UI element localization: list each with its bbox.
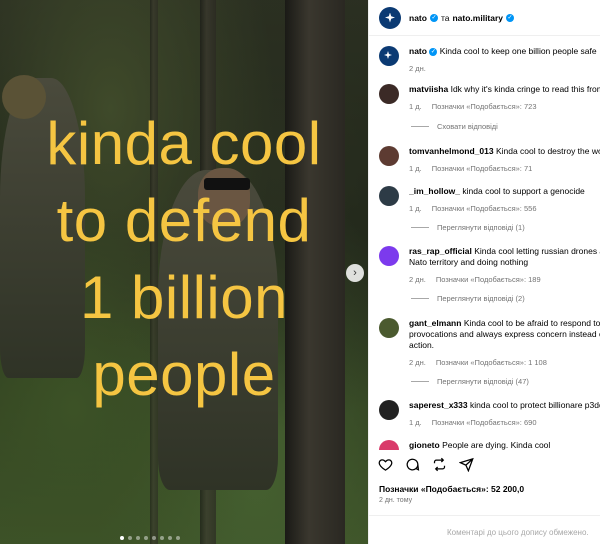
comment-username[interactable]: gant_elmann — [409, 318, 461, 328]
comment-row: tomvanhelmond_013 Kinda cool to destroy … — [379, 146, 600, 174]
carousel-dot — [176, 536, 180, 540]
commenter-avatar[interactable] — [379, 84, 399, 104]
nato-avatar[interactable] — [379, 46, 399, 66]
overlay-line: 1 billion — [80, 264, 288, 331]
chevron-right-icon: › — [353, 267, 357, 279]
overlay-caption: kinda cool to defend 1 billion people — [0, 105, 368, 413]
overlay-line: kinda cool — [46, 110, 322, 177]
likes-count[interactable]: Позначки «Подобається»: 52 200,0 — [379, 484, 524, 494]
author-line: nato ✓ та nato.military ✓ — [409, 12, 515, 23]
comment-text: kinda cool to support a genocide — [462, 186, 585, 196]
comment-row: ras_rap_official Kinda cool letting russ… — [379, 246, 600, 285]
comment-likes[interactable]: Позначки «Подобається»: 556 — [432, 204, 537, 213]
share-button[interactable] — [458, 456, 475, 473]
comment-button[interactable] — [404, 456, 421, 473]
overlay-line: people — [92, 341, 276, 408]
view-replies-button[interactable]: Переглянути відповіді (1) — [411, 223, 525, 232]
carousel-dot — [128, 536, 132, 540]
view-replies-button[interactable]: Переглянути відповіді (47) — [411, 377, 529, 386]
posted-time[interactable]: 2 дн. тому — [379, 497, 412, 504]
commenter-avatar[interactable] — [379, 400, 399, 420]
comment-time[interactable]: 2 дн. — [409, 358, 426, 367]
comment-likes[interactable]: Позначки «Подобається»: 1 108 — [436, 358, 547, 367]
caption-time[interactable]: 2 дн. — [409, 64, 426, 73]
comment-likes[interactable]: Позначки «Подобається»: 189 — [436, 275, 541, 284]
comment-username[interactable]: _im_hollow_ — [409, 186, 460, 196]
comment-likes[interactable]: Позначки «Подобається»: 723 — [432, 102, 537, 111]
carousel-dots — [120, 536, 180, 540]
comment-time[interactable]: 1 д. — [409, 102, 422, 111]
post-sidebar: nato ✓ та nato.military ✓ nato ✓ Kinda c… — [368, 0, 600, 544]
commenter-avatar[interactable] — [379, 186, 399, 206]
comments-limited-notice: Коментарі до цього допису обмежено. — [369, 515, 600, 544]
overlay-line: to defend — [56, 187, 312, 254]
post-actions — [377, 456, 475, 473]
caption-row: nato ✓ Kinda cool to keep one billion pe… — [379, 46, 600, 74]
comment-text: Kinda cool to destroy the wo — [495, 146, 600, 156]
view-replies-button[interactable]: Переглянути відповіді (2) — [411, 294, 525, 303]
comment-likes[interactable]: Позначки «Подобається»: 690 — [432, 418, 537, 427]
post-header: nato ✓ та nato.military ✓ — [369, 0, 600, 36]
comment-username[interactable]: saperest_x333 — [409, 400, 468, 410]
nato-avatar[interactable] — [379, 6, 401, 29]
caption-username[interactable]: nato — [409, 46, 427, 56]
comment-text: People are dying. Kinda cool — [442, 440, 551, 450]
hide-replies-button[interactable]: Сховати відповіді — [411, 122, 498, 131]
comment-text: Idk why it's kinda cringe to read this f… — [450, 84, 600, 94]
comment-username[interactable]: matviisha — [409, 84, 448, 94]
verified-badge-icon: ✓ — [429, 13, 438, 22]
collab-joiner: та — [440, 12, 450, 23]
commenter-avatar[interactable] — [379, 146, 399, 166]
carousel-dot — [144, 536, 148, 540]
commenter-avatar[interactable] — [379, 246, 399, 266]
comments-list[interactable]: nato ✓ Kinda cool to keep one billion pe… — [369, 40, 600, 450]
collab-username[interactable]: nato.military — [452, 13, 503, 23]
author-username[interactable]: nato — [409, 13, 427, 23]
comment-username[interactable]: gioneto — [409, 440, 440, 450]
comment-row: _im_hollow_ kinda cool to support a geno… — [379, 186, 600, 214]
comment-time[interactable]: 2 дн. — [409, 275, 426, 284]
comment-username[interactable]: tomvanhelmond_013 — [409, 146, 494, 156]
heart-icon — [378, 459, 393, 471]
comment-likes[interactable]: Позначки «Подобається»: 71 — [432, 164, 533, 173]
carousel-dot — [152, 536, 156, 540]
comment-time[interactable]: 1 д. — [409, 418, 422, 427]
post-media[interactable]: kinda cool to defend 1 billion people › — [0, 0, 368, 544]
comment-text: kinda cool to protect billionare p3do — [469, 400, 600, 410]
carousel-dot — [120, 536, 124, 540]
verified-badge-icon: ✓ — [429, 47, 438, 56]
carousel-dot — [160, 536, 164, 540]
comment-row: matviisha Idk why it's kinda cringe to r… — [379, 84, 600, 112]
comment-row: saperest_x333 kinda cool to protect bill… — [379, 400, 600, 428]
commenter-avatar[interactable] — [379, 318, 399, 338]
caption-text: Kinda cool to keep one billion people sa… — [439, 46, 597, 56]
paper-plane-icon — [459, 457, 474, 472]
comment-username[interactable]: ras_rap_official — [409, 246, 472, 256]
repost-button[interactable] — [431, 456, 448, 473]
comment-row: gioneto People are dying. Kinda cool — [379, 440, 600, 450]
commenter-avatar[interactable] — [379, 440, 399, 450]
carousel-dot — [136, 536, 140, 540]
like-button[interactable] — [377, 456, 394, 473]
carousel-dot — [168, 536, 172, 540]
comment-row: gant_elmann Kinda cool to be afraid to r… — [379, 318, 600, 368]
verified-badge-icon: ✓ — [506, 13, 515, 22]
comment-time[interactable]: 1 д. — [409, 204, 422, 213]
speech-bubble-icon — [406, 458, 420, 471]
comment-time[interactable]: 1 д. — [409, 164, 422, 173]
carousel-next-button[interactable]: › — [346, 264, 364, 282]
repost-icon — [433, 457, 446, 472]
